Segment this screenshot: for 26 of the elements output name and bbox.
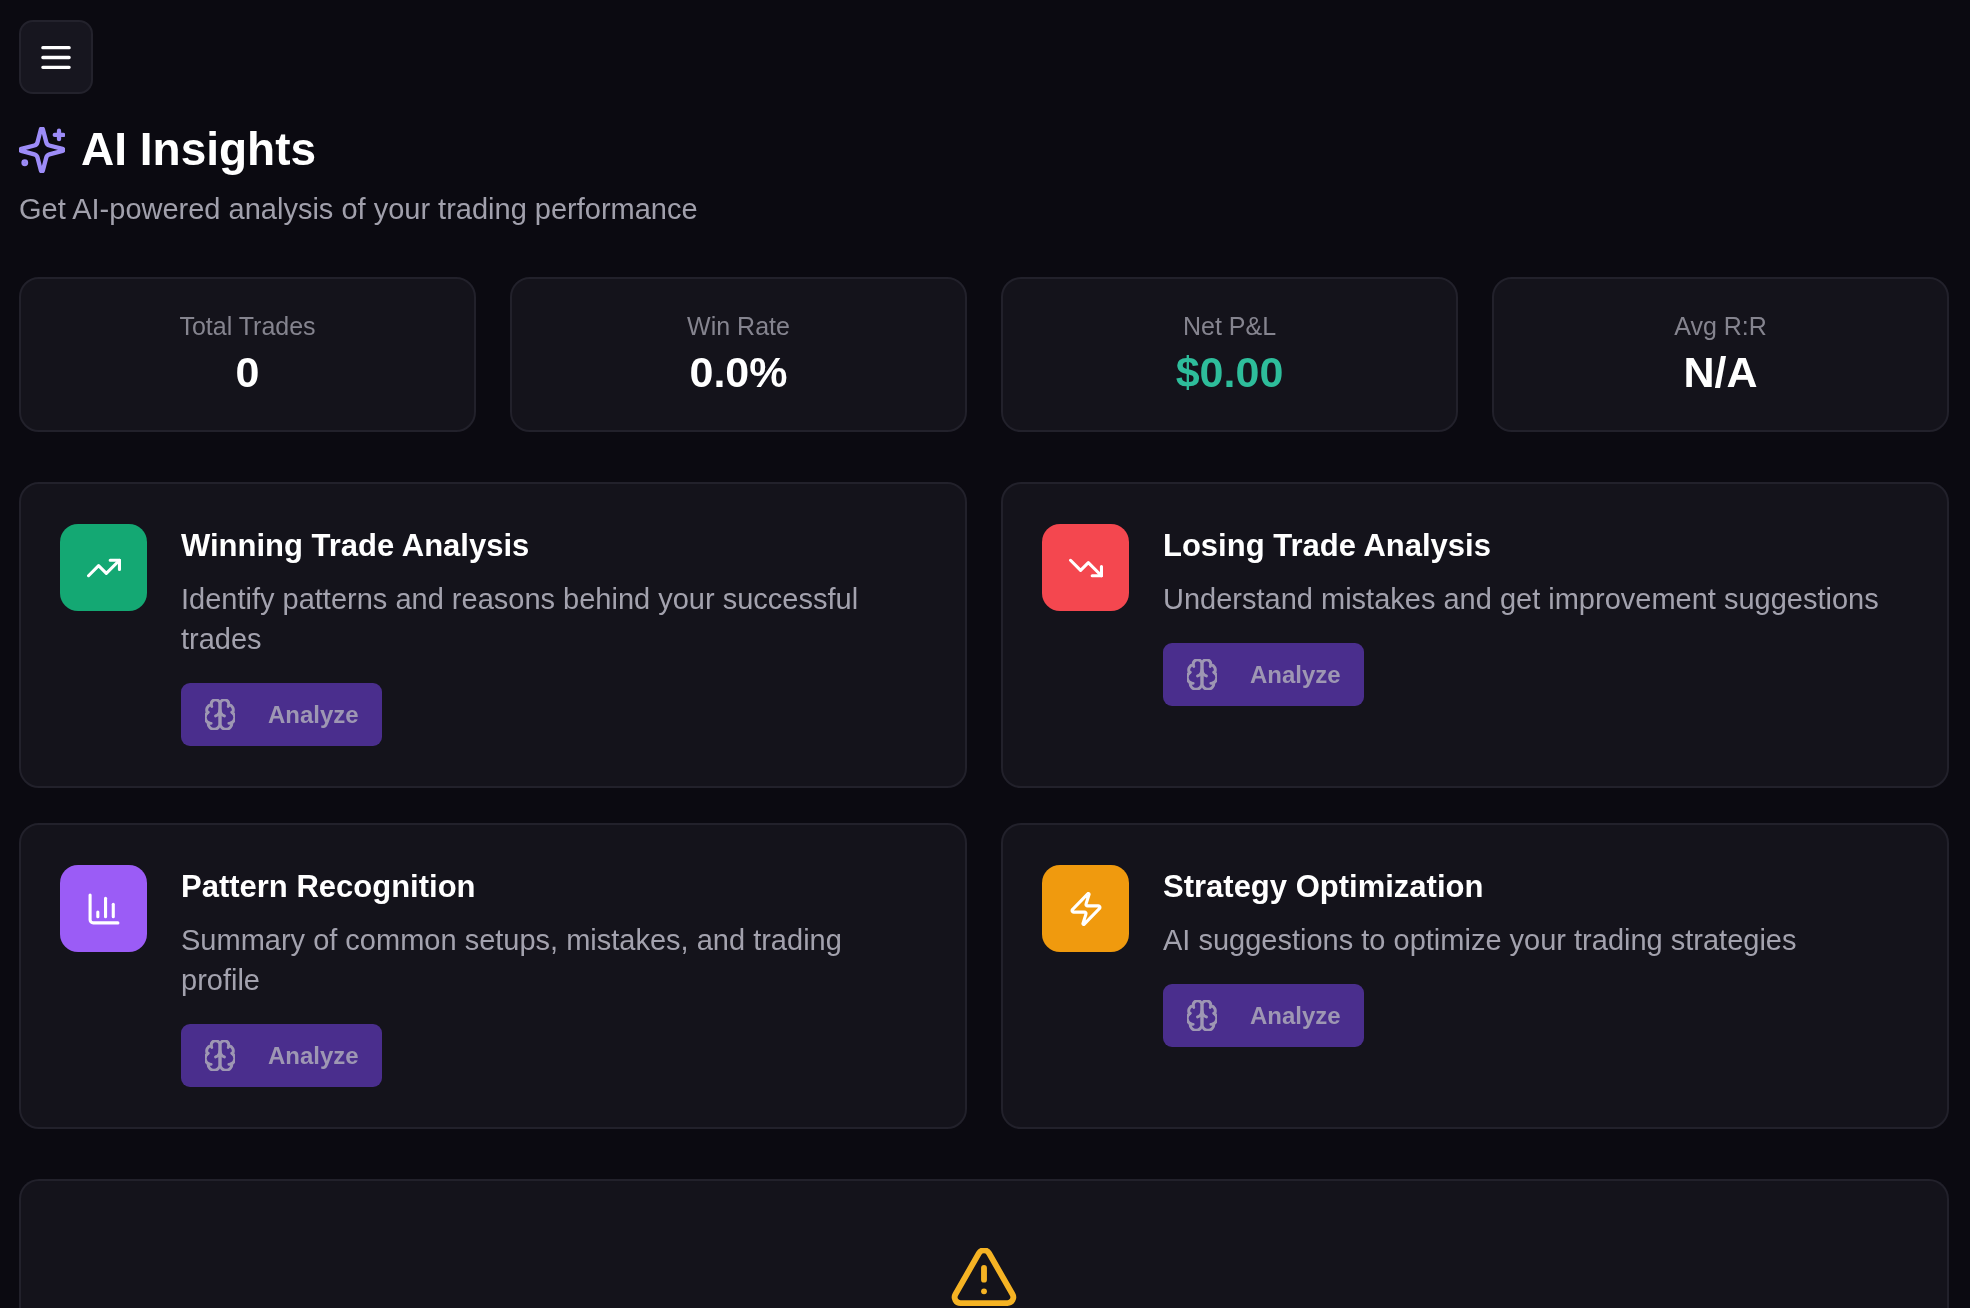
page-subtitle: Get AI-powered analysis of your trading performance (19, 192, 699, 227)
page-title: AI Insights (81, 122, 317, 177)
card-description: Identify patterns and reasons behind your successful trades (181, 582, 860, 657)
card-title: Pattern Recognition (181, 868, 476, 906)
menu-icon (41, 45, 71, 69)
warning-icon (950, 1248, 1018, 1306)
stat-label: Avg R:R (1674, 311, 1767, 341)
menu-button[interactable] (19, 20, 93, 94)
card-title: Losing Trade Analysis (1163, 527, 1491, 565)
stat-label: Win Rate (687, 311, 790, 341)
card-description: Summary of common setups, mistakes, and trading profile (181, 923, 843, 998)
brain-icon (1187, 1000, 1217, 1031)
stat-label: Net P&L (1182, 311, 1277, 341)
card-title: Winning Trade Analysis (181, 527, 530, 565)
brain-icon (205, 699, 235, 730)
sparkle-icon (19, 126, 65, 173)
stat-value: 0 (235, 348, 260, 396)
card-description: Understand mistakes and get improvement suggestions (1163, 582, 1879, 617)
stat-value: N/A (1683, 348, 1758, 396)
card-description: AI suggestions to optimize your trading strategies (1163, 923, 1797, 958)
brain-icon (205, 1040, 235, 1071)
card-title: Strategy Optimization (1163, 868, 1484, 906)
stat-value: $0.00 (1175, 348, 1284, 396)
stat-label: Total Trades (179, 311, 316, 341)
brain-icon (1187, 659, 1217, 690)
stat-value: 0.0% (689, 348, 788, 396)
